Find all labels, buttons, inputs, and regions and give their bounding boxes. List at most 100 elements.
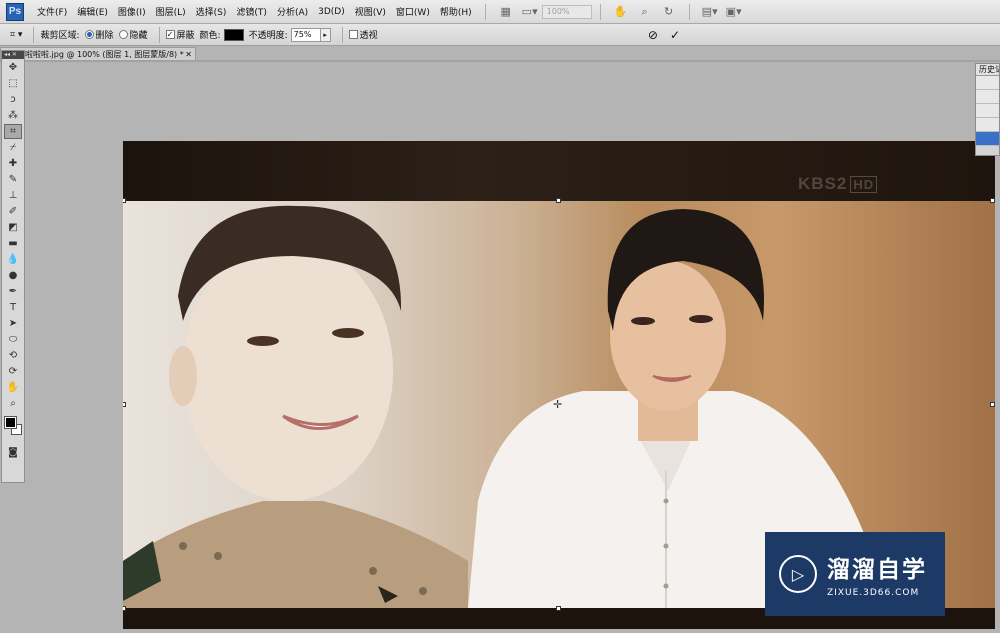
healing-brush-tool-icon[interactable]: ✚ xyxy=(4,156,22,171)
crop-handle[interactable] xyxy=(990,402,995,407)
menu-bar: Ps 文件(F) 编辑(E) 图像(I) 图层(L) 选择(S) 滤镜(T) 分… xyxy=(0,0,1000,24)
crop-handle[interactable] xyxy=(556,606,561,611)
marquee-tool-icon[interactable]: ⬚ xyxy=(4,76,22,91)
commit-crop-icon[interactable]: ✓ xyxy=(670,28,680,42)
screen-mode-icon[interactable]: ▣▾ xyxy=(724,3,744,21)
menu-select[interactable]: 选择(S) xyxy=(191,5,232,18)
menu-separator xyxy=(688,3,690,20)
checkbox-checked-icon: ✓ xyxy=(165,30,175,39)
eyedropper-tool-icon[interactable]: ⌿ xyxy=(4,140,22,155)
color-swatches[interactable] xyxy=(3,415,25,441)
brush-tool-icon[interactable]: ✎ xyxy=(4,172,22,187)
hide-label: 隐藏 xyxy=(129,31,148,41)
broadcast-watermark: KBS2 HD xyxy=(798,174,878,194)
opacity-label: 不透明度: xyxy=(248,31,288,41)
hand-tool-icon[interactable]: ✋ xyxy=(4,380,22,395)
zoom-tool-icon[interactable]: ⌕ xyxy=(4,396,22,411)
tools-panel-header[interactable]: ◂◂ ✕ xyxy=(2,51,24,59)
menu-separator xyxy=(484,3,486,20)
menu-layer[interactable]: 图层(L) xyxy=(151,5,191,18)
watermark-url: ZIXUE.3D66.COM xyxy=(827,588,920,598)
3d-orbit-tool-icon[interactable]: ⟳ xyxy=(4,364,22,379)
gradient-tool-icon[interactable]: ▬ xyxy=(4,236,22,251)
eraser-tool-icon[interactable]: ◩ xyxy=(4,220,22,235)
crop-handle[interactable] xyxy=(123,402,126,407)
menu-window[interactable]: 窗口(W) xyxy=(391,5,435,18)
opacity-input[interactable]: 75% xyxy=(290,27,321,42)
menu-view[interactable]: 视图(V) xyxy=(350,5,391,18)
crop-handle[interactable] xyxy=(556,198,561,203)
history-state[interactable] xyxy=(976,90,999,104)
arrange-documents-icon[interactable]: ▤▾ xyxy=(700,3,720,21)
checkbox-icon xyxy=(348,30,358,39)
options-separator xyxy=(158,26,160,43)
person-left xyxy=(123,205,468,608)
options-separator xyxy=(33,26,35,43)
crop-center-icon[interactable]: ✛ xyxy=(553,398,562,411)
options-separator xyxy=(341,26,343,43)
hand-tool-icon[interactable]: ✋ xyxy=(611,3,631,21)
bridge-icon[interactable]: ▦ xyxy=(496,3,516,21)
hide-radio[interactable]: 隐藏 xyxy=(118,28,148,41)
path-selection-tool-icon[interactable]: ➤ xyxy=(4,316,22,331)
perspective-label: 透视 xyxy=(359,31,378,41)
history-brush-tool-icon[interactable]: ✐ xyxy=(4,204,22,219)
menu-separator xyxy=(599,3,601,20)
history-panel: 历史记录 xyxy=(975,63,1000,156)
quick-mask-icon[interactable]: ◙ xyxy=(4,445,22,460)
foreground-color-swatch[interactable] xyxy=(4,416,17,429)
crop-tool-icon[interactable]: ⌗ xyxy=(4,124,22,139)
history-state[interactable] xyxy=(976,76,999,90)
shield-checkbox[interactable]: ✓ 屏蔽 xyxy=(165,28,195,41)
blur-tool-icon[interactable]: 💧 xyxy=(4,252,22,267)
menu-analysis[interactable]: 分析(A) xyxy=(272,5,313,18)
menu-image[interactable]: 图像(I) xyxy=(113,5,151,18)
radio-icon xyxy=(118,30,128,39)
broadcast-watermark-text: KBS2 xyxy=(798,174,848,193)
watermark-title: 溜溜自学 xyxy=(827,557,927,583)
crop-area-label: 裁剪区域: xyxy=(40,31,80,41)
crop-handle[interactable] xyxy=(990,198,995,203)
clone-stamp-tool-icon[interactable]: ⊥ xyxy=(4,188,22,203)
menu-3d[interactable]: 3D(D) xyxy=(313,7,350,17)
type-tool-icon[interactable]: T xyxy=(4,300,22,315)
zoom-level-field[interactable]: 100% xyxy=(541,4,592,19)
menu-filter[interactable]: 滤镜(T) xyxy=(231,5,272,18)
delete-radio[interactable]: 删除 xyxy=(84,28,114,41)
opacity-dropdown-icon[interactable]: ▸ xyxy=(320,27,331,42)
options-bar: ⌗ ▾ 裁剪区域: 删除 隐藏 ✓ 屏蔽 颜色: 不透明度: 75% ▸ 透视 ⊘ ✓ xyxy=(0,24,1000,46)
shield-color-swatch[interactable] xyxy=(223,28,244,41)
radio-icon xyxy=(84,30,94,39)
crop-tool-preset-icon[interactable]: ⌗ ▾ xyxy=(10,30,22,40)
menu-file[interactable]: 文件(F) xyxy=(32,5,72,18)
tab-strip xyxy=(0,60,1000,62)
history-state[interactable] xyxy=(976,118,999,132)
broadcast-watermark-badge: HD xyxy=(850,176,878,193)
history-panel-title[interactable]: 历史记录 xyxy=(976,64,999,76)
site-watermark: ▷ 溜溜自学 ZIXUE.3D66.COM xyxy=(765,532,945,616)
history-state-selected[interactable] xyxy=(976,132,999,146)
lasso-tool-icon[interactable]: ↄ xyxy=(4,92,22,107)
menu-edit[interactable]: 编辑(E) xyxy=(72,5,113,18)
zoom-tool-icon[interactable]: ⌕ xyxy=(635,3,655,21)
shield-label: 屏蔽 xyxy=(176,31,195,41)
crop-handle[interactable] xyxy=(123,198,126,203)
color-label: 颜色: xyxy=(199,31,221,41)
delete-label: 删除 xyxy=(95,31,114,41)
magic-wand-tool-icon[interactable]: ⁂ xyxy=(4,108,22,123)
crop-handle[interactable] xyxy=(123,606,126,611)
3d-rotate-tool-icon[interactable]: ⟲ xyxy=(4,348,22,363)
cancel-crop-icon[interactable]: ⊘ xyxy=(648,28,658,42)
menu-help[interactable]: 帮助(H) xyxy=(435,5,477,18)
view-extras-icon[interactable]: ▭▾ xyxy=(520,3,540,21)
rotate-view-icon[interactable]: ↻ xyxy=(659,3,679,21)
pen-tool-icon[interactable]: ✒ xyxy=(4,284,22,299)
dodge-tool-icon[interactable]: ● xyxy=(4,268,22,283)
photoshop-logo: Ps xyxy=(6,2,24,21)
document-tab[interactable]: 啦啦啦.jpg @ 100% (图层 1, 图层蒙版/8) * ✕ xyxy=(0,47,196,61)
perspective-checkbox[interactable]: 透视 xyxy=(348,28,378,41)
history-state[interactable] xyxy=(976,104,999,118)
move-tool-icon[interactable]: ✥ xyxy=(4,60,22,75)
shape-tool-icon[interactable]: ⬭ xyxy=(4,332,22,347)
document-tab-title: 啦啦啦.jpg @ 100% (图层 1, 图层蒙版/8) * xyxy=(25,50,184,59)
